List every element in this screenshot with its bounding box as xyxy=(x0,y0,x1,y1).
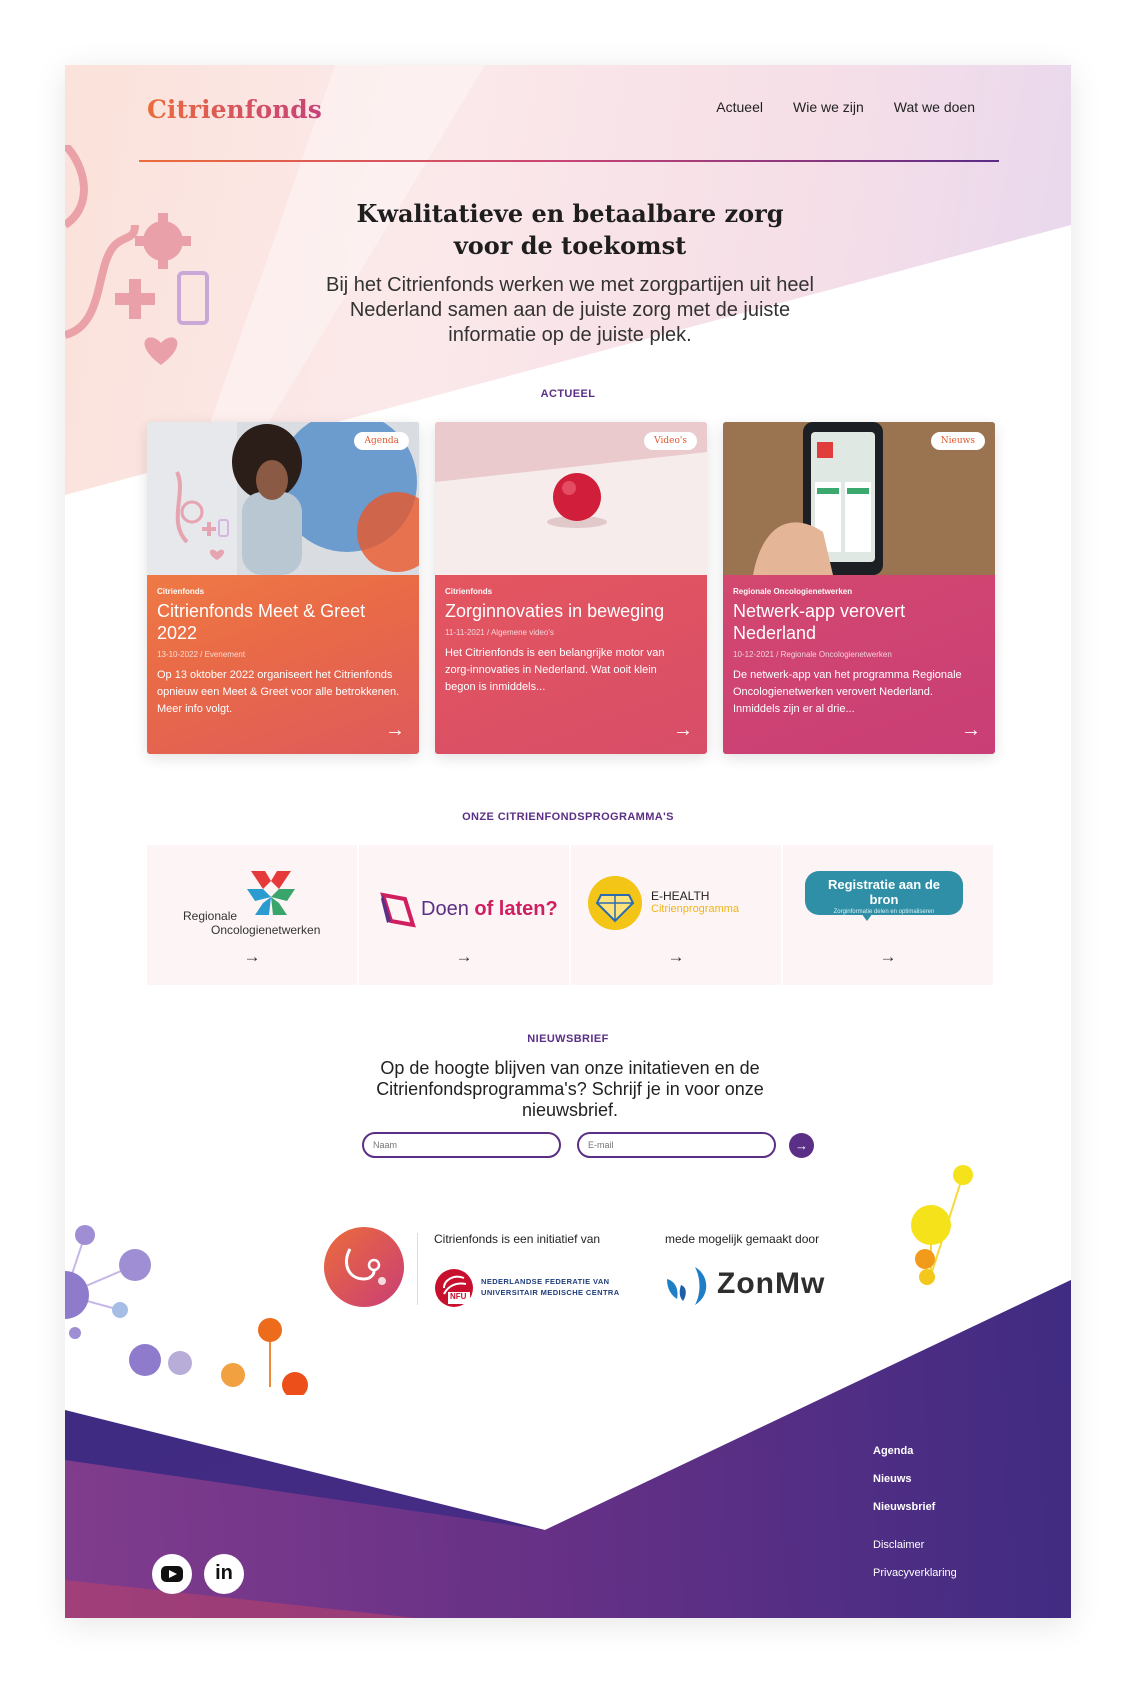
speech-tail xyxy=(861,913,873,921)
arrow-right-icon[interactable]: → xyxy=(783,947,993,967)
arrow-right-icon[interactable]: → xyxy=(571,947,781,967)
arrow-right-icon[interactable]: → xyxy=(673,719,693,742)
card-text: De netwerk-app van het programma Regiona… xyxy=(733,669,962,715)
stethoscope-icon xyxy=(345,1248,386,1285)
program-tile-registratie[interactable]: Registratie aan de bron Zorginformatie d… xyxy=(783,845,993,985)
section-label-programmas: ONZE CITRIENFONDSPROGRAMMA'S xyxy=(462,811,674,823)
nfu-abbr: NFU xyxy=(450,1292,467,1301)
nfu-line2: UNIVERSITAIR MEDISCHE CENTRA xyxy=(481,1288,620,1297)
main-nav: Actueel Wie we zijn Wat we doen xyxy=(716,99,975,115)
nfu-emblem-icon xyxy=(435,1269,473,1307)
nav-wat-we-doen[interactable]: Wat we doen xyxy=(894,99,975,115)
citrienfonds-logo[interactable]: Citrienfonds xyxy=(147,95,322,124)
registratie-tagline: Zorginformatie delen en optimaliseren xyxy=(833,909,935,915)
youtube-icon[interactable] xyxy=(152,1554,192,1594)
ehealth-title: E-HEALTH xyxy=(651,889,710,903)
section-label-actueel: ACTUEEL xyxy=(540,388,596,400)
decorative-health-icons xyxy=(65,145,209,365)
hero-title-line1: Kwalitatieve en betaalbare zorg xyxy=(356,199,784,228)
card-title[interactable]: Netwerk-app verovert Nederland xyxy=(733,600,985,644)
card-meta: 10-12-2021 / Regionale Oncologienetwerke… xyxy=(733,650,892,659)
nav-wie-we-zijn[interactable]: Wie we zijn xyxy=(793,99,864,115)
doen-of-laten-label: Doen of laten? xyxy=(421,898,558,921)
footer-link-disclaimer[interactable]: Disclaimer xyxy=(873,1539,924,1551)
section-label-nieuwsbrief: NIEUWSBRIEF xyxy=(527,1033,609,1045)
of-laten-text: of laten? xyxy=(474,898,558,920)
newsletter-name-input[interactable] xyxy=(362,1132,561,1158)
initiatief-label: Citrienfonds is een initiatief van xyxy=(434,1232,601,1246)
phone-icon xyxy=(177,271,209,325)
footer-link-agenda[interactable]: Agenda xyxy=(873,1445,913,1457)
card-meta: 11-11-2021 / Algemene video's xyxy=(445,628,554,637)
mogelijk-label: mede mogelijk gemaakt door xyxy=(665,1232,820,1246)
card-kicker: Citrienfonds xyxy=(445,587,493,596)
card-text: Het Citrienfonds is een belangrijke moto… xyxy=(445,647,665,693)
footer-link-nieuws[interactable]: Nieuws xyxy=(873,1473,912,1485)
registratie-title: Registratie aan de bron xyxy=(828,877,940,907)
arrow-right-icon[interactable]: → xyxy=(385,719,405,742)
card-tag-videos: Video's xyxy=(644,432,697,450)
card-body: Citrienfonds Zorginnovaties in beweging … xyxy=(435,575,707,754)
hero-title: Kwalitatieve en betaalbare zorg voor de … xyxy=(315,198,825,262)
arrow-right-icon[interactable]: → xyxy=(961,719,981,742)
gear-icon xyxy=(135,213,191,269)
news-card-meet-greet[interactable]: Agenda Citrienfonds Citrienfonds Meet & … xyxy=(147,422,419,754)
card-title[interactable]: Citrienfonds Meet & Greet 2022 xyxy=(157,600,409,644)
card-title[interactable]: Zorginnovaties in beweging xyxy=(445,600,697,622)
card-kicker: Citrienfonds xyxy=(157,587,205,596)
page: Citrienfonds Actueel Wie we zijn Wat we … xyxy=(65,65,1071,1618)
linkedin-icon[interactable]: in xyxy=(204,1554,244,1594)
newsletter-submit-button[interactable]: → xyxy=(789,1133,814,1158)
newsletter-text: Op de hoogte blijven van onze initatieve… xyxy=(376,1058,764,1120)
card-body: Citrienfonds Citrienfonds Meet & Greet 2… xyxy=(147,575,419,754)
program-label-line1: Regionale xyxy=(183,909,238,923)
diamond-logo-icon xyxy=(588,876,642,930)
nav-actueel[interactable]: Actueel xyxy=(716,99,763,115)
doen-text: Doen xyxy=(421,898,475,920)
doen-of-laten-logo-icon xyxy=(380,892,416,928)
zonmw-icon xyxy=(667,1267,707,1305)
footer-link-privacyverklaring[interactable]: Privacyverklaring xyxy=(873,1567,957,1579)
header-divider xyxy=(139,160,999,162)
card-text: Op 13 oktober 2022 organiseert het Citri… xyxy=(157,669,400,715)
card-tag-agenda: Agenda xyxy=(354,432,409,450)
card-tag-nieuws: Nieuws xyxy=(930,432,985,450)
registratie-badge: Registratie aan de bron Zorginformatie d… xyxy=(805,871,963,915)
footer-link-nieuwsbrief[interactable]: Nieuwsbrief xyxy=(873,1501,935,1513)
news-card-zorginnovaties[interactable]: Video's Citrienfonds Zorginnovaties in b… xyxy=(435,422,707,754)
arrow-right-icon[interactable]: → xyxy=(359,947,569,967)
hero-subtitle: Bij het Citrienfonds werken we met zorgp… xyxy=(325,274,815,346)
zonmw-wordmark: ZonMw xyxy=(717,1267,826,1300)
nfu-line1: NEDERLANDSE FEDERATIE VAN xyxy=(481,1277,610,1286)
newsletter-email-input[interactable] xyxy=(577,1132,776,1158)
card-body: Regionale Oncologienetwerken Netwerk-app… xyxy=(723,575,995,754)
heart-icon xyxy=(144,337,178,365)
ehealth-subtitle: Citrienprogramma xyxy=(651,903,740,915)
arrow-right-icon[interactable]: → xyxy=(147,947,357,967)
citrienfonds-emblem xyxy=(324,1227,404,1307)
news-card-netwerk-app[interactable]: Nieuws Regionale Oncologienetwerken Netw… xyxy=(723,422,995,754)
card-meta: 13-10-2022 / Evenement xyxy=(157,650,246,659)
card-kicker: Regionale Oncologienetwerken xyxy=(733,587,853,596)
program-tile-ehealth[interactable]: E-HEALTH Citrienprogramma → xyxy=(571,845,781,985)
program-label-line2: Oncologienetwerken xyxy=(211,923,321,937)
roncon-logo-icon xyxy=(247,871,295,915)
program-tile-oncologienetwerken[interactable]: Regionale Oncologienetwerken → xyxy=(147,845,357,985)
hero-title-line2: voor de toekomst xyxy=(453,231,687,260)
program-tile-doen-of-laten[interactable]: Doen of laten? → xyxy=(359,845,569,985)
plus-icon xyxy=(115,279,155,319)
partner-divider xyxy=(417,1233,418,1305)
linkedin-text: in xyxy=(215,1562,233,1584)
